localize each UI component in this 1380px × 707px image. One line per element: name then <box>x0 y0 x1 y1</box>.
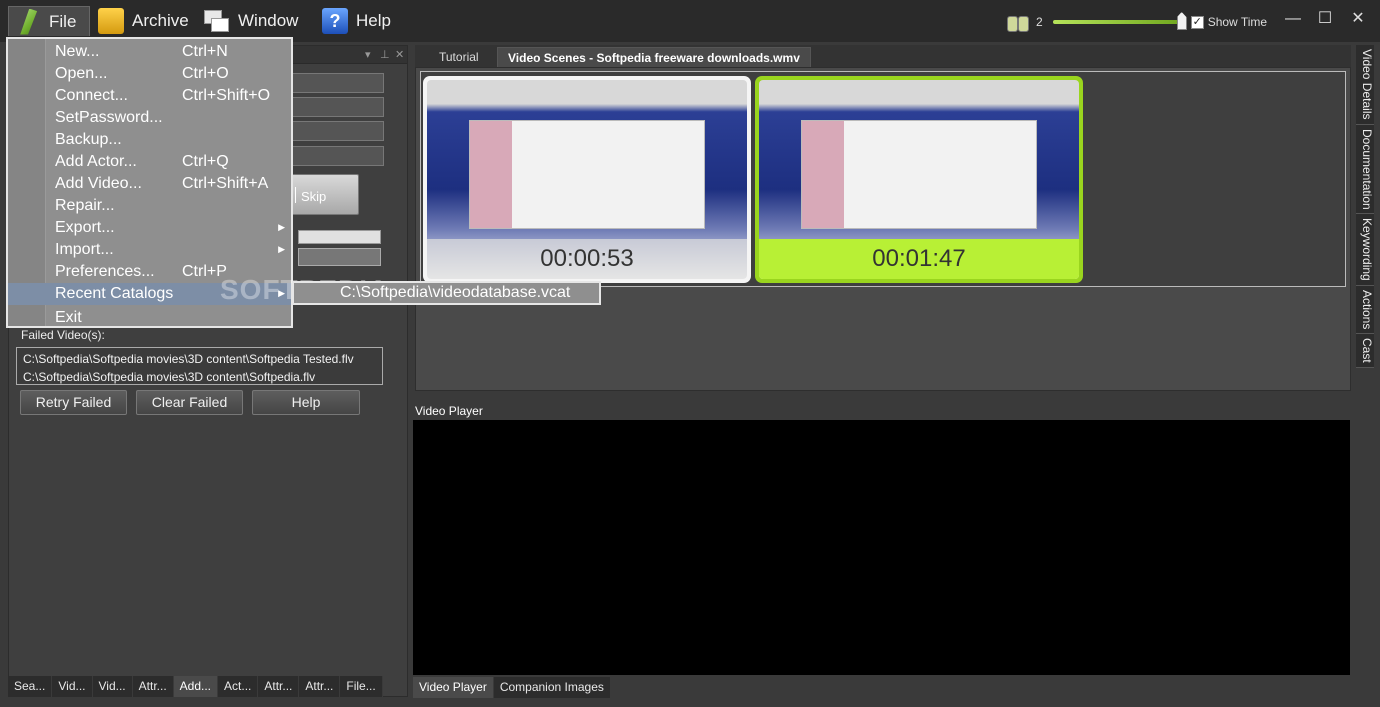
help-button[interactable]: Help <box>252 390 360 415</box>
progress-bar <box>298 230 381 244</box>
tab-files[interactable]: File... <box>340 676 383 697</box>
help-menu-label: Help <box>356 11 391 30</box>
input-field-3[interactable] <box>284 121 384 141</box>
maximize-button[interactable]: ☐ <box>1310 8 1340 30</box>
submenu-arrow-icon: ▶ <box>278 222 285 232</box>
document-tabs: Tutorial Video Scenes - Softpedia freewa… <box>415 45 1351 67</box>
video-player-title: Video Player <box>413 401 1350 420</box>
panel-pin-icon[interactable]: ⊥ <box>380 48 390 61</box>
tab-video-details[interactable]: Vid... <box>92 676 133 697</box>
menu-item-backup[interactable]: Backup... <box>8 129 291 151</box>
show-time-label: Show Time <box>1207 15 1268 29</box>
menubar: File Archive Window ? Help 2 ✓ Show Time… <box>0 0 1380 42</box>
skip-button[interactable]: Skip <box>288 174 359 215</box>
file-menu-label: File <box>49 11 77 31</box>
side-tabs: Video Details Documentation Keywording A… <box>1356 45 1374 368</box>
help-menu[interactable]: ? Help <box>316 6 397 36</box>
menu-item-repair[interactable]: Repair... <box>8 195 291 217</box>
close-button[interactable]: ✕ <box>1343 8 1373 30</box>
retry-failed-button[interactable]: Retry Failed <box>20 390 127 415</box>
tab-attributes-1[interactable]: Attr... <box>132 676 174 697</box>
tab-attributes-3[interactable]: Attr... <box>299 676 341 697</box>
zoom-slider[interactable] <box>1052 12 1187 30</box>
status-bar <box>298 248 381 266</box>
archive-menu[interactable]: Archive <box>92 6 195 36</box>
menu-item-new[interactable]: New... Ctrl+N <box>8 41 291 63</box>
player-tabs: Video Player Companion Images <box>413 677 611 698</box>
menu-item-add-actor[interactable]: Add Actor... Ctrl+Q <box>8 151 291 173</box>
menu-item-add-video[interactable]: Add Video... Ctrl+Shift+A <box>8 173 291 195</box>
scenes-grid: 00:00:53 00:01:47 <box>420 71 1346 287</box>
zoom-control: 2 ✓ Show Time <box>1006 10 1267 34</box>
tab-documentation[interactable]: Documentation <box>1356 124 1374 215</box>
tab-attributes-2[interactable]: Attr... <box>258 676 300 697</box>
menu-item-exit[interactable]: Exit <box>8 307 291 329</box>
list-item[interactable]: C:\Softpedia\Softpedia movies\3D content… <box>23 350 376 368</box>
menu-item-open[interactable]: Open... Ctrl+O <box>8 63 291 85</box>
video-scenes-panel: 00:00:53 00:01:47 <box>415 67 1351 391</box>
show-time-checkbox[interactable]: ✓ <box>1190 15 1204 29</box>
panel-close-icon[interactable]: ✕ <box>395 48 404 61</box>
scene-time: 00:01:47 <box>759 239 1079 279</box>
archive-menu-label: Archive <box>132 11 189 30</box>
failed-videos-list[interactable]: C:\Softpedia\Softpedia movies\3D content… <box>16 347 383 385</box>
file-leaf-icon <box>20 8 38 35</box>
tab-videos[interactable]: Vid... <box>52 676 93 697</box>
file-menu[interactable]: File <box>8 6 90 36</box>
tab-search[interactable]: Sea... <box>8 676 53 697</box>
scene-image: 00:00:53 <box>427 80 747 279</box>
video-player-screen[interactable] <box>413 420 1350 675</box>
menu-item-import[interactable]: Import... ▶ <box>8 239 291 261</box>
binoculars-icon[interactable] <box>1006 12 1030 32</box>
clear-failed-button[interactable]: Clear Failed <box>136 390 243 415</box>
window-menu-label: Window <box>238 11 299 30</box>
menu-item-setpassword[interactable]: SetPassword... <box>8 107 291 129</box>
tab-video-details-side[interactable]: Video Details <box>1356 45 1374 125</box>
help-icon: ? <box>322 8 348 34</box>
input-field-2[interactable] <box>284 97 384 117</box>
input-field-1[interactable] <box>284 73 384 93</box>
scene-time: 00:00:53 <box>427 239 747 279</box>
zoom-slider-thumb[interactable] <box>1176 12 1187 30</box>
video-player-label: Video Player <box>415 404 483 418</box>
tab-companion-images[interactable]: Companion Images <box>493 677 611 698</box>
window-icon <box>204 8 230 34</box>
recent-catalog-item[interactable]: C:\Softpedia\videodatabase.vcat <box>292 281 601 305</box>
scene-thumbnail[interactable]: 00:00:53 <box>423 76 751 283</box>
scene-image: 00:01:47 <box>759 80 1079 279</box>
failed-videos-label: Failed Video(s): <box>21 328 105 342</box>
zoom-value: 2 <box>1036 15 1043 29</box>
menu-item-connect[interactable]: Connect... Ctrl+Shift+O <box>8 85 291 107</box>
archive-icon <box>98 8 124 34</box>
tab-video-scenes[interactable]: Video Scenes - Softpedia freeware downlo… <box>497 47 811 67</box>
scene-thumbnail-selected[interactable]: 00:01:47 <box>755 76 1083 283</box>
tab-actors[interactable]: Act... <box>218 676 259 697</box>
list-item[interactable]: C:\Softpedia\Softpedia movies\3D content… <box>23 368 376 386</box>
submenu-arrow-icon: ▶ <box>278 244 285 254</box>
input-field-4[interactable] <box>284 146 384 166</box>
tab-tutorial[interactable]: Tutorial <box>429 47 489 67</box>
tab-cast[interactable]: Cast <box>1356 334 1374 368</box>
minimize-button[interactable]: — <box>1278 8 1308 30</box>
window-menu[interactable]: Window <box>198 6 304 36</box>
tab-video-player[interactable]: Video Player <box>413 677 494 698</box>
panel-dropdown-icon[interactable]: ▾ <box>365 48 371 61</box>
tab-actions[interactable]: Actions <box>1356 285 1374 335</box>
tab-add[interactable]: Add... <box>173 676 219 697</box>
left-bottom-tabs: Sea... Vid... Vid... Attr... Add... Act.… <box>8 676 383 697</box>
menu-item-export[interactable]: Export... ▶ <box>8 217 291 239</box>
tab-keywording[interactable]: Keywording <box>1356 214 1374 286</box>
